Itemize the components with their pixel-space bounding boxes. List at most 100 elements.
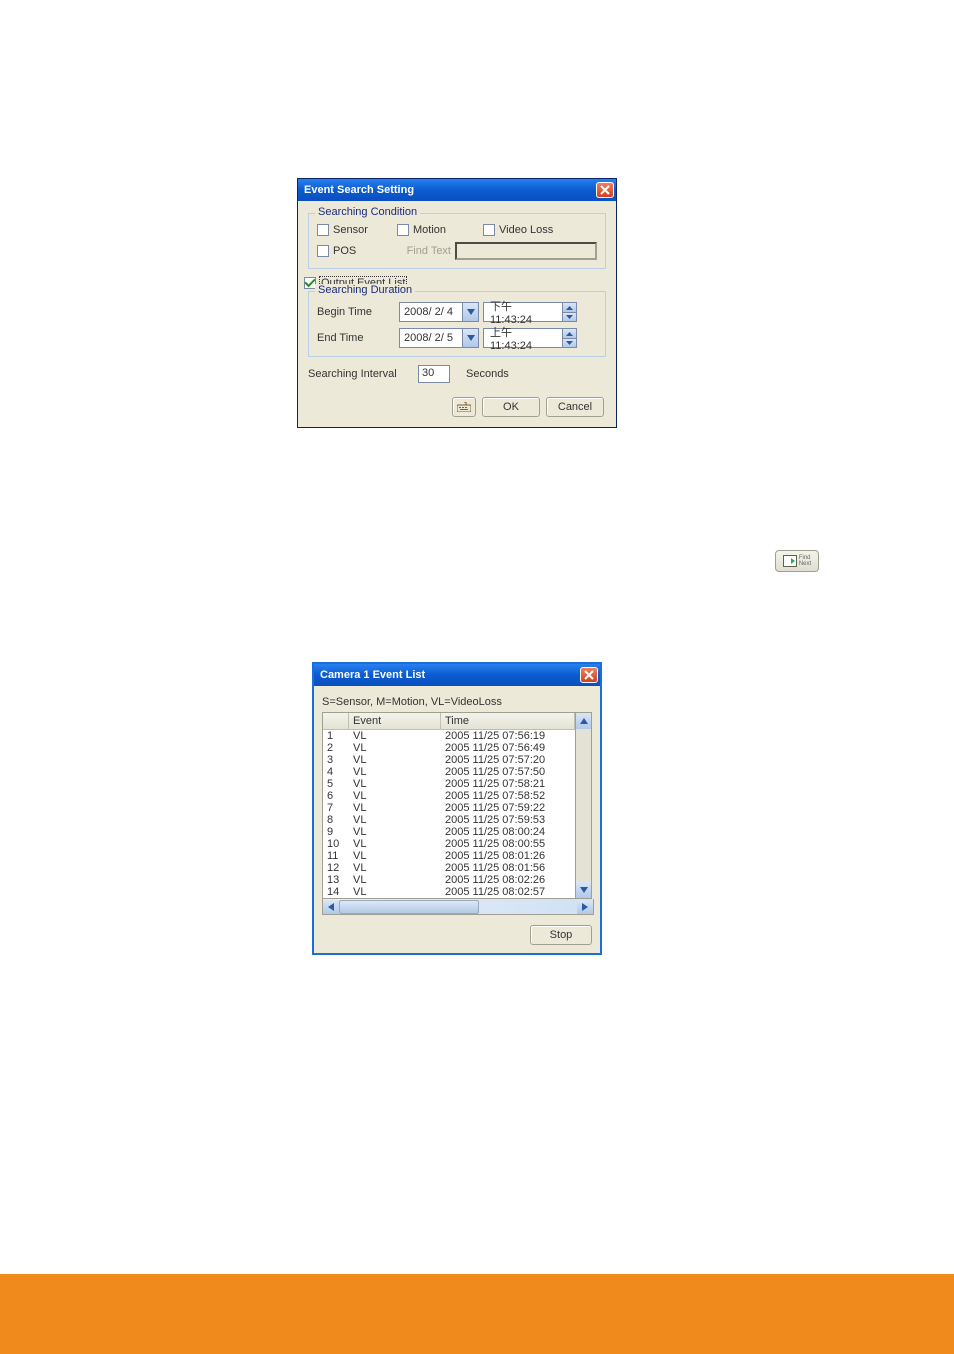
- table-row[interactable]: 5VL2005 11/25 07:58:21: [323, 778, 575, 790]
- searching-condition-legend: Searching Condition: [315, 206, 420, 218]
- find-text-input[interactable]: [455, 242, 597, 260]
- begin-time-label: Begin Time: [317, 306, 399, 318]
- begin-date-picker[interactable]: 2008/ 2/ 4: [399, 302, 479, 322]
- end-time-up[interactable]: [563, 329, 576, 338]
- cell-event: VL: [349, 826, 441, 838]
- table-row[interactable]: 8VL2005 11/25 07:59:53: [323, 814, 575, 826]
- end-time-picker[interactable]: 上午 11:43:24: [483, 328, 577, 348]
- page-footer: [0, 1274, 954, 1354]
- table-row[interactable]: 10VL2005 11/25 08:00:55: [323, 838, 575, 850]
- video-loss-checkbox[interactable]: [483, 224, 495, 236]
- dialog-title: Camera 1 Event List: [320, 669, 580, 681]
- cell-index: 4: [323, 766, 349, 778]
- cell-event: VL: [349, 742, 441, 754]
- searching-duration-legend: Searching Duration: [315, 284, 415, 296]
- cell-index: 14: [323, 886, 349, 898]
- pos-checkbox[interactable]: [317, 245, 329, 257]
- keyboard-icon: [457, 402, 471, 412]
- table-row[interactable]: 1VL2005 11/25 07:56:19: [323, 730, 575, 742]
- cell-index: 2: [323, 742, 349, 754]
- scroll-thumb[interactable]: [339, 900, 479, 914]
- scroll-left-button[interactable]: [323, 900, 339, 914]
- ok-button[interactable]: OK: [482, 397, 540, 417]
- stop-button[interactable]: Stop: [530, 925, 592, 945]
- close-button[interactable]: [596, 182, 614, 198]
- cell-time: 2005 11/25 07:59:22: [441, 802, 575, 814]
- find-next-l2: Next: [799, 561, 811, 567]
- pos-label: POS: [333, 245, 397, 257]
- cell-time: 2005 11/25 07:58:21: [441, 778, 575, 790]
- vertical-scrollbar[interactable]: [576, 712, 592, 899]
- searching-duration-group: Searching Duration Begin Time 2008/ 2/ 4…: [308, 291, 606, 357]
- cell-time: 2005 11/25 08:02:26: [441, 874, 575, 886]
- end-time-down[interactable]: [563, 338, 576, 347]
- find-next-button[interactable]: Find Next: [775, 550, 819, 572]
- end-date-picker[interactable]: 2008/ 2/ 5: [399, 328, 479, 348]
- cell-event: VL: [349, 802, 441, 814]
- cell-time: 2005 11/25 08:00:24: [441, 826, 575, 838]
- find-next-icon: [783, 555, 797, 567]
- table-row[interactable]: 11VL2005 11/25 08:01:26: [323, 850, 575, 862]
- cell-event: VL: [349, 766, 441, 778]
- table-header: Event Time: [323, 713, 575, 730]
- cell-index: 13: [323, 874, 349, 886]
- searching-condition-group: Searching Condition Sensor Motion Video …: [308, 213, 606, 269]
- cell-event: VL: [349, 886, 441, 898]
- cell-event: VL: [349, 850, 441, 862]
- table-row[interactable]: 7VL2005 11/25 07:59:22: [323, 802, 575, 814]
- motion-label: Motion: [413, 224, 483, 236]
- cell-index: 3: [323, 754, 349, 766]
- searching-interval-input[interactable]: 30: [418, 365, 450, 383]
- table-row[interactable]: 9VL2005 11/25 08:00:24: [323, 826, 575, 838]
- begin-date-dropdown[interactable]: [462, 303, 478, 321]
- sensor-label: Sensor: [333, 224, 397, 236]
- table-row[interactable]: 13VL2005 11/25 08:02:26: [323, 874, 575, 886]
- cell-time: 2005 11/25 07:58:52: [441, 790, 575, 802]
- scroll-right-button[interactable]: [577, 900, 593, 914]
- event-table: Event Time 1VL2005 11/25 07:56:192VL2005…: [322, 712, 576, 899]
- end-date-value: 2008/ 2/ 5: [400, 332, 462, 344]
- cell-time: 2005 11/25 07:59:53: [441, 814, 575, 826]
- table-row[interactable]: 12VL2005 11/25 08:01:56: [323, 862, 575, 874]
- begin-time-up[interactable]: [563, 303, 576, 312]
- col-index[interactable]: [323, 713, 349, 730]
- cancel-button[interactable]: Cancel: [546, 397, 604, 417]
- col-event[interactable]: Event: [349, 713, 441, 730]
- end-date-dropdown[interactable]: [462, 329, 478, 347]
- scroll-down-button[interactable]: [576, 882, 591, 898]
- end-time-value: 上午 11:43:24: [484, 324, 562, 352]
- table-row[interactable]: 3VL2005 11/25 07:57:20: [323, 754, 575, 766]
- cell-event: VL: [349, 814, 441, 826]
- dialog-title: Event Search Setting: [304, 184, 596, 196]
- keyboard-button[interactable]: [452, 397, 476, 417]
- cell-time: 2005 11/25 07:57:50: [441, 766, 575, 778]
- horizontal-scrollbar[interactable]: [322, 899, 594, 915]
- titlebar[interactable]: Camera 1 Event List: [314, 664, 600, 686]
- begin-time-value: 下午 11:43:24: [484, 298, 562, 326]
- scroll-up-button[interactable]: [576, 713, 591, 729]
- close-button[interactable]: [580, 667, 598, 683]
- cell-time: 2005 11/25 08:01:56: [441, 862, 575, 874]
- cell-event: VL: [349, 838, 441, 850]
- begin-date-value: 2008/ 2/ 4: [400, 306, 462, 318]
- find-text-label: Find Text: [397, 245, 451, 257]
- titlebar[interactable]: Event Search Setting: [298, 179, 616, 201]
- sensor-checkbox[interactable]: [317, 224, 329, 236]
- searching-interval-unit: Seconds: [466, 368, 509, 380]
- table-row[interactable]: 6VL2005 11/25 07:58:52: [323, 790, 575, 802]
- table-row[interactable]: 2VL2005 11/25 07:56:49: [323, 742, 575, 754]
- cell-event: VL: [349, 730, 441, 742]
- cell-index: 10: [323, 838, 349, 850]
- table-row[interactable]: 14VL2005 11/25 08:02:57: [323, 886, 575, 898]
- motion-checkbox[interactable]: [397, 224, 409, 236]
- cell-index: 6: [323, 790, 349, 802]
- cell-index: 9: [323, 826, 349, 838]
- scroll-track[interactable]: [576, 729, 591, 882]
- video-loss-label: Video Loss: [499, 224, 553, 236]
- begin-time-picker[interactable]: 下午 11:43:24: [483, 302, 577, 322]
- cell-event: VL: [349, 754, 441, 766]
- event-search-setting-dialog: Event Search Setting Searching Condition…: [297, 178, 617, 428]
- begin-time-down[interactable]: [563, 312, 576, 321]
- table-row[interactable]: 4VL2005 11/25 07:57:50: [323, 766, 575, 778]
- col-time[interactable]: Time: [441, 713, 575, 730]
